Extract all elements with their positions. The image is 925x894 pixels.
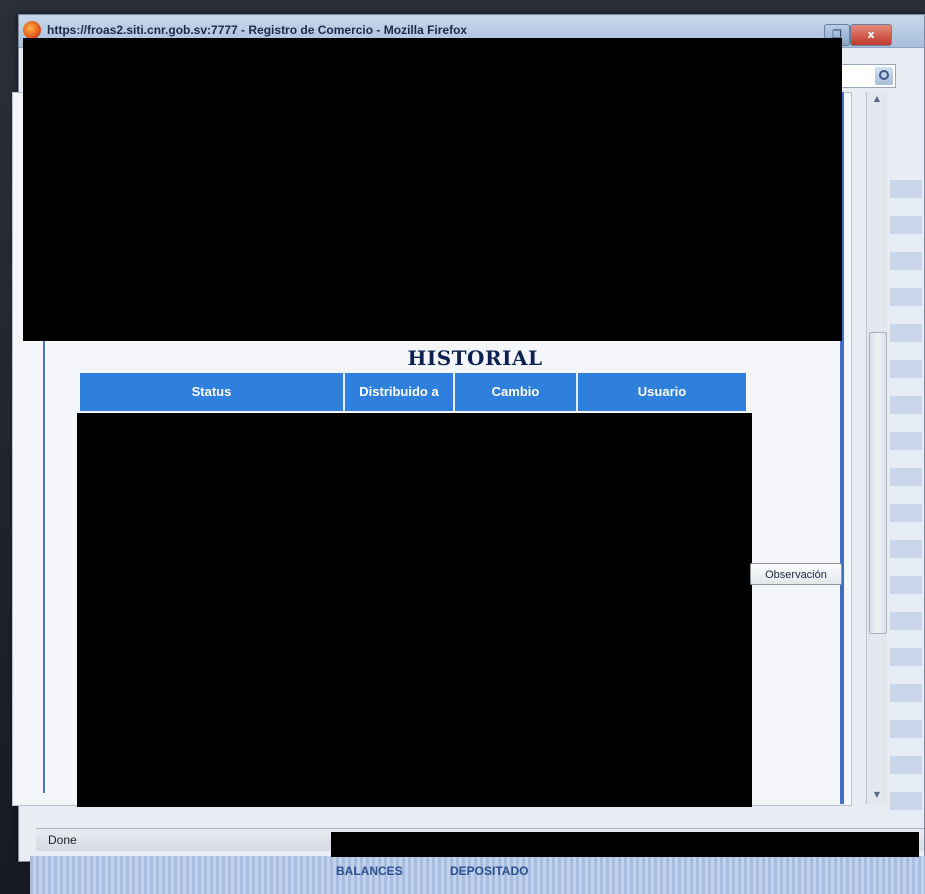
redacted-region-bottom	[331, 832, 919, 857]
scroll-up-arrow-icon[interactable]: ▲	[871, 94, 883, 106]
background-window-edge	[890, 180, 922, 820]
close-button[interactable]: x	[850, 24, 892, 46]
vertical-scrollbar[interactable]: ▲ ▼	[866, 92, 887, 804]
scroll-down-arrow-icon[interactable]: ▼	[871, 790, 883, 802]
firefox-icon	[23, 21, 41, 39]
redacted-region-table-body	[77, 413, 752, 807]
background-taskbar: BALANCES DEPOSITADO	[30, 856, 925, 894]
column-header-usuario: Usuario	[578, 373, 746, 411]
column-header-status: Status	[80, 373, 345, 411]
taskbar-item-depositado[interactable]: DEPOSITADO	[450, 864, 528, 878]
historial-table-header: Status Distribuido a Cambio Usuario	[80, 373, 746, 411]
scrollbar-thumb[interactable]	[869, 332, 887, 634]
taskbar-item-balances[interactable]: BALANCES	[336, 864, 403, 878]
content-frame-border	[43, 333, 53, 793]
status-text: Done	[48, 833, 77, 847]
observacion-button[interactable]: Observación	[750, 563, 842, 585]
column-header-distribuido: Distribuido a	[345, 373, 455, 411]
column-header-cambio: Cambio	[455, 373, 578, 411]
historial-heading: HISTORIAL	[407, 346, 543, 370]
monitor-background: https://froas2.siti.cnr.gob.sv:7777 - Re…	[0, 0, 925, 894]
window-title-url: https://froas2.siti.cnr.gob.sv:7777 - Re…	[47, 23, 468, 37]
redacted-region-top	[23, 38, 842, 341]
search-icon[interactable]	[875, 67, 893, 85]
